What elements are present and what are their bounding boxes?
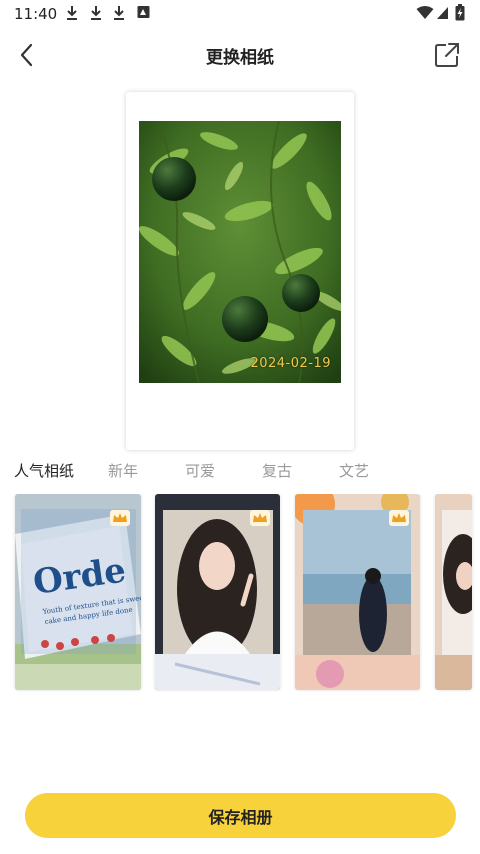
template-item[interactable] [435, 494, 472, 690]
save-to-album-button[interactable]: 保存相册 [25, 793, 456, 838]
tab-literary[interactable]: 文艺 [339, 460, 369, 481]
screen: 11:40 更换相纸 2024-02-19 人气相纸 新年 可爱 复古 文艺 O… [0, 0, 480, 854]
tab-cute[interactable]: 可爱 [185, 460, 215, 481]
photo-frame-preview: 2024-02-19 [126, 92, 354, 450]
download-icon [89, 5, 103, 21]
tab-new-year[interactable]: 新年 [108, 460, 138, 481]
frame-photo: 2024-02-19 [139, 121, 341, 383]
template-item[interactable] [155, 494, 280, 690]
category-tabs: 人气相纸 新年 可爱 复古 文艺 [0, 460, 480, 484]
status-time: 11:40 [14, 5, 58, 23]
tab-popular[interactable]: 人气相纸 [14, 460, 74, 481]
wifi-icon [416, 6, 434, 20]
download-icon [112, 5, 126, 21]
battery-charging-icon [455, 4, 465, 21]
page-title: 更换相纸 [206, 48, 274, 68]
crown-icon [110, 510, 130, 526]
share-button[interactable] [432, 40, 462, 70]
share-external-icon [435, 43, 459, 67]
crown-icon [389, 510, 409, 526]
signal-icon [436, 6, 449, 20]
header: 更换相纸 [0, 30, 480, 80]
image-icon [137, 5, 150, 19]
template-item[interactable]: Orde Youth of texture that is sweet cake… [15, 494, 141, 690]
crown-icon [250, 510, 270, 526]
tab-retro[interactable]: 复古 [262, 460, 292, 481]
date-stamp: 2024-02-19 [250, 356, 331, 371]
template-list: Orde Youth of texture that is sweet cake… [0, 494, 480, 692]
status-bar: 11:40 [0, 0, 480, 28]
template-item[interactable] [295, 494, 420, 690]
download-icon [65, 5, 79, 21]
